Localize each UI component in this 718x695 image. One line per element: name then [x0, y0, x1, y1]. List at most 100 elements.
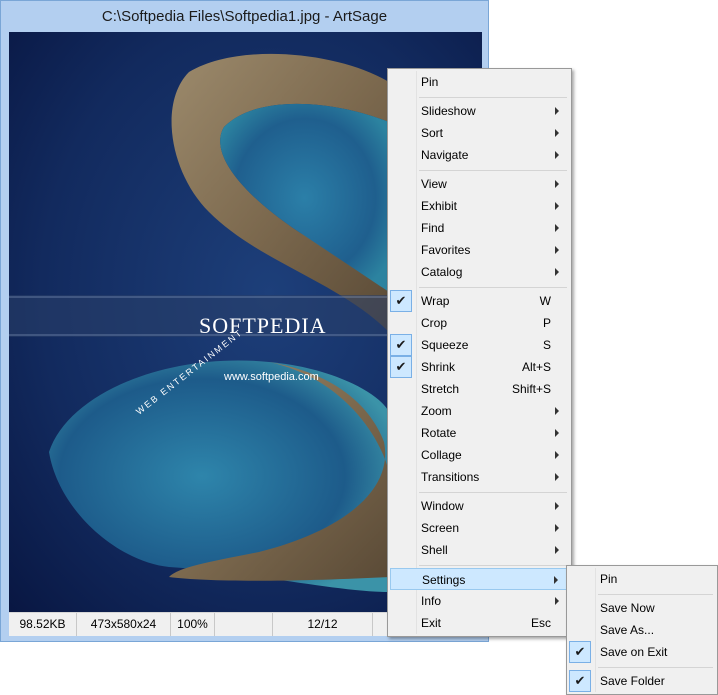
submenu-arrow-icon [555, 129, 559, 137]
menu-item-label: Rotate [421, 426, 457, 440]
context-menu: Pin Slideshow Sort Navigate View Exhibit Find F… [387, 68, 572, 637]
context-menu-item-squeeze[interactable]: ✔ Squeeze S [390, 334, 569, 356]
menu-item-label: Settings [422, 573, 466, 587]
menu-item-label: Favorites [421, 243, 471, 257]
menu-separator [419, 492, 567, 493]
checkmark-icon: ✔ [390, 356, 412, 378]
context-menu-item-pin[interactable]: Pin [390, 71, 569, 93]
submenu-arrow-icon [555, 546, 559, 554]
checkmark-icon: ✔ [569, 670, 591, 692]
menu-item-label: Save As... [600, 623, 655, 637]
status-index: 12/12 [273, 613, 373, 636]
menu-item-label: Crop [421, 316, 448, 330]
context-menu-item-wrap[interactable]: ✔ Wrap W [390, 290, 569, 312]
submenu-arrow-icon [555, 473, 559, 481]
context-menu-item-catalog[interactable]: Catalog [390, 261, 569, 283]
window-title: C:\Softpedia Files\Softpedia1.jpg - ArtS… [101, 8, 388, 25]
context-menu-item-favorites[interactable]: Favorites [390, 239, 569, 261]
context-menu-item-exhibit[interactable]: Exhibit [390, 195, 569, 217]
context-menu-item-transitions[interactable]: Transitions [390, 466, 569, 488]
menu-separator [598, 594, 713, 595]
menu-item-label: Collage [421, 448, 462, 462]
menu-item-label: Exit [421, 616, 442, 630]
context-menu-item-view[interactable]: View [390, 173, 569, 195]
url-text: www.softpedia.com [223, 371, 319, 383]
logo-text: SOFTPEDIA [199, 313, 327, 338]
submenu-arrow-icon [555, 224, 559, 232]
context-menu-item-collage[interactable]: Collage [390, 444, 569, 466]
submenu-arrow-icon [555, 407, 559, 415]
submenu-arrow-icon [554, 576, 558, 584]
menu-separator [419, 287, 567, 288]
menu-item-label: Save Now [600, 601, 655, 615]
context-menu-item-screen[interactable]: Screen [390, 517, 569, 539]
context-menu-item-shell[interactable]: Shell [390, 539, 569, 561]
context-menu-item-navigate[interactable]: Navigate [390, 144, 569, 166]
checkmark-icon: ✔ [390, 290, 412, 312]
submenu-arrow-icon [555, 451, 559, 459]
menu-separator [598, 667, 713, 668]
context-menu-item-crop[interactable]: Crop P [390, 312, 569, 334]
context-menu-item-stretch[interactable]: Stretch Shift+S [390, 378, 569, 400]
context-menu-item-zoom[interactable]: Zoom [390, 400, 569, 422]
submenu-arrow-icon [555, 268, 559, 276]
menu-item-shortcut: Shift+S [511, 382, 551, 396]
submenu-arrow-icon [555, 597, 559, 605]
settings-submenu-item-save-as[interactable]: Save As... [569, 619, 715, 641]
menu-item-label: Save on Exit [600, 645, 668, 659]
context-menu-item-settings[interactable]: Settings [390, 568, 569, 590]
status-dimensions: 473x580x24 [77, 613, 171, 636]
menu-separator [419, 170, 567, 171]
menu-item-label: Slideshow [421, 104, 476, 118]
settings-submenu-item-save-on-exit[interactable]: ✔ Save on Exit [569, 641, 715, 663]
context-menu-item-find[interactable]: Find [390, 217, 569, 239]
menu-item-shortcut: Esc [530, 616, 551, 630]
menu-item-shortcut: Alt+S [521, 360, 551, 374]
menu-separator [419, 565, 567, 566]
context-menu-item-exit[interactable]: Exit Esc [390, 612, 569, 634]
settings-submenu-item-pin[interactable]: Pin [569, 568, 715, 590]
submenu-arrow-icon [555, 502, 559, 510]
settings-submenu-item-save-folder[interactable]: ✔ Save Folder [569, 670, 715, 692]
submenu-arrow-icon [555, 524, 559, 532]
menu-item-label: Navigate [421, 148, 469, 162]
menu-item-shortcut: S [542, 338, 551, 352]
submenu-arrow-icon [555, 151, 559, 159]
submenu-arrow-icon [555, 246, 559, 254]
settings-submenu-item-save-now[interactable]: Save Now [569, 597, 715, 619]
menu-item-label: Window [421, 499, 464, 513]
menu-separator [419, 97, 567, 98]
menu-item-label: Squeeze [421, 338, 469, 352]
settings-submenu: Pin Save Now Save As... ✔ Save on Exit ✔ Save … [566, 565, 718, 695]
menu-item-label: Exhibit [421, 199, 458, 213]
menu-item-label: Save Folder [600, 674, 665, 688]
checkmark-icon: ✔ [569, 641, 591, 663]
submenu-arrow-icon [555, 107, 559, 115]
menu-item-shortcut: P [542, 316, 551, 330]
menu-item-label: Transitions [421, 470, 480, 484]
context-menu-item-sort[interactable]: Sort [390, 122, 569, 144]
submenu-arrow-icon [555, 180, 559, 188]
status-file-size: 98.52KB [9, 613, 77, 636]
menu-item-label: View [421, 177, 447, 191]
submenu-arrow-icon [555, 202, 559, 210]
menu-item-label: Zoom [421, 404, 452, 418]
menu-item-label: Screen [421, 521, 460, 535]
context-menu-item-info[interactable]: Info [390, 590, 569, 612]
menu-item-label: Wrap [421, 294, 450, 308]
menu-item-label: Shrink [421, 360, 456, 374]
menu-item-label: Info [421, 594, 442, 608]
context-menu-item-shrink[interactable]: ✔ Shrink Alt+S [390, 356, 569, 378]
context-menu-item-rotate[interactable]: Rotate [390, 422, 569, 444]
status-spacer [215, 613, 273, 636]
context-menu-item-window[interactable]: Window [390, 495, 569, 517]
menu-item-label: Sort [421, 126, 444, 140]
menu-item-label: Find [421, 221, 445, 235]
menu-item-label: Catalog [421, 265, 463, 279]
submenu-arrow-icon [555, 429, 559, 437]
checkmark-icon: ✔ [390, 334, 412, 356]
menu-item-label: Shell [421, 543, 448, 557]
menu-item-shortcut: W [539, 294, 551, 308]
menu-item-label: Pin [600, 572, 618, 586]
context-menu-item-slideshow[interactable]: Slideshow [390, 100, 569, 122]
